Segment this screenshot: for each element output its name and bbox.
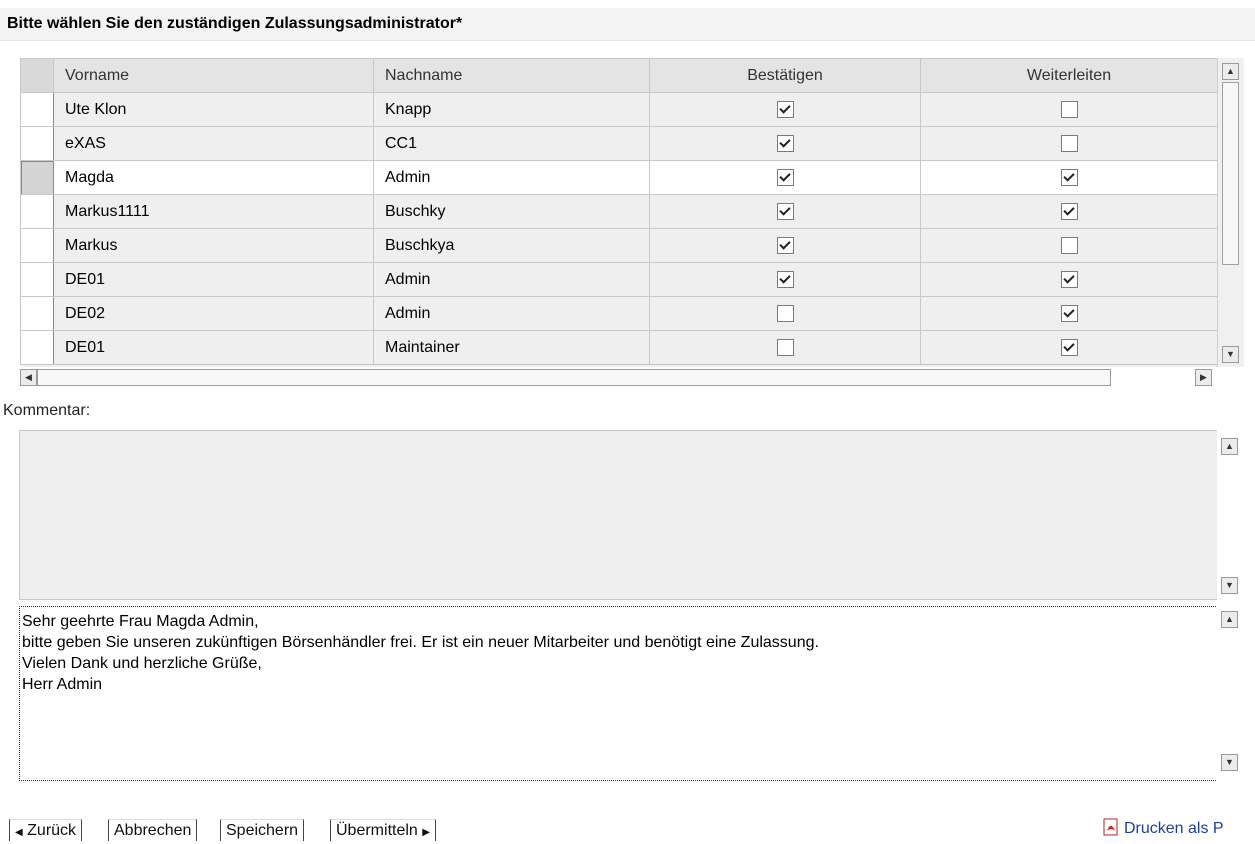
arrow-left-icon[interactable]: ◀ (20, 369, 37, 386)
arrow-up-icon[interactable]: ▲ (1221, 438, 1238, 455)
grid-vertical-scrollbar[interactable]: ▲ ▼ (1217, 58, 1244, 367)
column-header-weiterleiten[interactable]: Weiterleiten (920, 58, 1217, 93)
cell-nachname: Buschky (373, 194, 650, 229)
comment-scrollbar[interactable]: ▲ ▼ (1217, 430, 1243, 600)
bestaetigen-checkbox[interactable] (776, 168, 794, 186)
table-row[interactable]: eXAS CC1 (20, 126, 1217, 161)
cell-vorname: eXAS (53, 126, 374, 161)
column-header-vorname[interactable]: Vorname (53, 58, 374, 93)
cell-weiterleiten (920, 126, 1217, 161)
comment-label: Kommentar: (3, 402, 91, 419)
cell-bestaetigen (649, 262, 921, 297)
cell-weiterleiten (920, 228, 1217, 263)
cell-nachname: Admin (373, 262, 650, 297)
arrow-up-icon[interactable]: ▲ (1221, 611, 1238, 628)
table-row[interactable]: DE01 Admin (20, 262, 1217, 297)
submit-button[interactable]: Übermitteln ▶ (330, 819, 436, 841)
section-header: Bitte wählen Sie den zuständigen Zulassu… (0, 8, 1255, 41)
weiterleiten-checkbox[interactable] (1060, 202, 1078, 220)
cell-nachname: Knapp (373, 92, 650, 127)
cell-bestaetigen (649, 228, 921, 263)
table-row[interactable]: DE01 Maintainer (20, 330, 1217, 365)
arrow-right-icon: ▶ (422, 827, 430, 838)
bestaetigen-checkbox[interactable] (776, 236, 794, 254)
cell-vorname: Markus1111 (53, 194, 374, 229)
cell-vorname: Ute Klon (53, 92, 374, 127)
scrollbar-thumb[interactable] (1222, 82, 1239, 265)
cell-vorname: DE01 (53, 262, 374, 297)
weiterleiten-checkbox[interactable] (1060, 134, 1078, 152)
bestaetigen-checkbox[interactable] (776, 202, 794, 220)
row-selector[interactable] (20, 262, 54, 297)
column-header-bestaetigen[interactable]: Bestätigen (649, 58, 921, 93)
row-selector[interactable] (20, 296, 54, 331)
cell-weiterleiten (920, 296, 1217, 331)
row-selector[interactable] (20, 330, 54, 365)
administrator-grid: Vorname Nachname Bestätigen Weiterleiten… (20, 58, 1217, 367)
scrollbar-thumb[interactable] (37, 369, 1111, 386)
arrow-right-icon[interactable]: ▶ (1195, 369, 1212, 386)
cell-bestaetigen (649, 194, 921, 229)
cell-nachname: CC1 (373, 126, 650, 161)
cell-bestaetigen (649, 92, 921, 127)
cell-vorname: Markus (53, 228, 374, 263)
cell-nachname: Maintainer (373, 330, 650, 365)
cell-weiterleiten (920, 92, 1217, 127)
table-row[interactable]: Markus Buschkya (20, 228, 1217, 263)
cell-weiterleiten (920, 194, 1217, 229)
grid-horizontal-scrollbar[interactable]: ◀ ▶ (20, 367, 1217, 388)
back-button[interactable]: ◀ Zurück (9, 819, 83, 841)
message-text[interactable]: Sehr geehrte Frau Magda Admin, bitte geb… (19, 606, 1218, 781)
cell-nachname: Admin (373, 296, 650, 331)
print-pdf-link[interactable]: Drucken als P (1102, 818, 1224, 838)
table-row[interactable]: Markus1111 Buschky (20, 194, 1217, 229)
bestaetigen-checkbox[interactable] (776, 338, 794, 356)
row-selector[interactable] (20, 126, 54, 161)
weiterleiten-checkbox[interactable] (1060, 304, 1078, 322)
cell-weiterleiten (920, 330, 1217, 365)
cell-bestaetigen (649, 160, 921, 195)
arrow-down-icon[interactable]: ▼ (1222, 346, 1239, 363)
comment-input[interactable] (19, 430, 1218, 600)
cell-bestaetigen (649, 330, 921, 365)
cell-vorname: Magda (53, 160, 374, 195)
weiterleiten-checkbox[interactable] (1060, 338, 1078, 356)
row-selector[interactable] (20, 92, 54, 127)
cell-nachname: Buschkya (373, 228, 650, 263)
arrow-down-icon[interactable]: ▼ (1221, 577, 1238, 594)
cell-vorname: DE01 (53, 330, 374, 365)
message-scrollbar[interactable]: ▲ ▼ (1217, 606, 1243, 781)
action-bar: ◀ Zurück Abbrechen Speichern Übermitteln… (0, 806, 1255, 841)
table-row[interactable]: DE02 Admin (20, 296, 1217, 331)
cancel-button[interactable]: Abbrechen (108, 819, 198, 841)
table-row[interactable]: Ute Klon Knapp (20, 92, 1217, 127)
bestaetigen-checkbox[interactable] (776, 134, 794, 152)
row-selector[interactable] (20, 228, 54, 263)
bestaetigen-checkbox[interactable] (776, 270, 794, 288)
row-selector[interactable] (20, 160, 54, 195)
row-selector-header (20, 58, 54, 93)
weiterleiten-checkbox[interactable] (1060, 100, 1078, 118)
pdf-icon (1103, 818, 1118, 836)
bestaetigen-checkbox[interactable] (776, 100, 794, 118)
cell-weiterleiten (920, 262, 1217, 297)
column-header-nachname[interactable]: Nachname (373, 58, 650, 93)
cell-weiterleiten (920, 160, 1217, 195)
bestaetigen-checkbox[interactable] (776, 304, 794, 322)
arrow-left-icon: ◀ (15, 827, 23, 838)
row-selector[interactable] (20, 194, 54, 229)
cell-bestaetigen (649, 126, 921, 161)
arrow-down-icon[interactable]: ▼ (1221, 754, 1238, 771)
grid-header-row: Vorname Nachname Bestätigen Weiterleiten (20, 58, 1217, 93)
cell-bestaetigen (649, 296, 921, 331)
cell-vorname: DE02 (53, 296, 374, 331)
weiterleiten-checkbox[interactable] (1060, 270, 1078, 288)
table-row[interactable]: Magda Admin (20, 160, 1217, 195)
weiterleiten-checkbox[interactable] (1060, 236, 1078, 254)
page-title: Bitte wählen Sie den zuständigen Zulassu… (7, 15, 463, 32)
arrow-up-icon[interactable]: ▲ (1222, 63, 1239, 80)
cell-nachname: Admin (373, 160, 650, 195)
save-button[interactable]: Speichern (220, 819, 305, 841)
weiterleiten-checkbox[interactable] (1060, 168, 1078, 186)
